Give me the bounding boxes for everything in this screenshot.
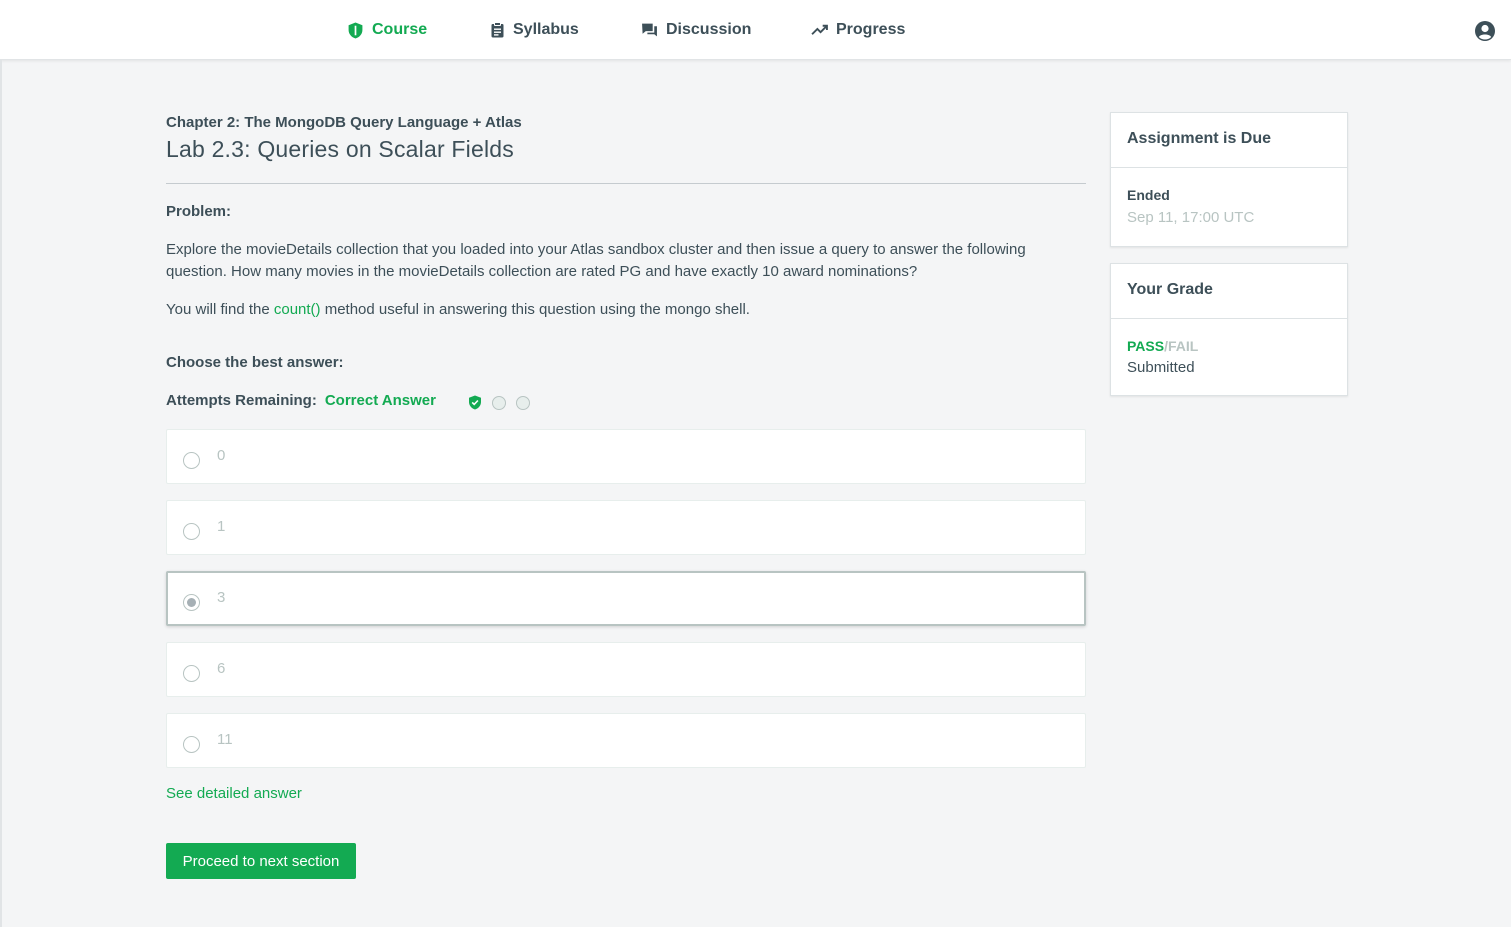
- attempt-dot-empty: [516, 395, 530, 410]
- title-divider: [166, 183, 1086, 184]
- attempt-indicators: [468, 395, 530, 410]
- nav-tab-syllabus[interactable]: Syllabus: [490, 19, 579, 41]
- pass-label: PASS: [1127, 338, 1165, 354]
- hint-text: You will find the count() method useful …: [166, 299, 750, 321]
- page-left-border: [0, 60, 2, 927]
- answer-radio[interactable]: [183, 665, 200, 682]
- assignment-due-title: Assignment is Due: [1111, 113, 1347, 168]
- check-shield-icon: [469, 395, 481, 410]
- answer-option-label: 1: [217, 518, 226, 535]
- shield-icon: [348, 22, 363, 38]
- attempt-dot-empty: [492, 395, 506, 410]
- due-date: Sep 11, 17:00 UTC: [1127, 209, 1255, 226]
- answer-radio[interactable]: [183, 523, 200, 540]
- nav-tab-course[interactable]: Course: [347, 19, 427, 41]
- assignment-due-card: Assignment is Due Ended Sep 11, 17:00 UT…: [1110, 112, 1348, 247]
- answer-radio[interactable]: [183, 452, 200, 469]
- choose-best-answer-label: Choose the best answer:: [166, 354, 344, 371]
- answer-option-6[interactable]: 6: [166, 642, 1086, 697]
- pass-fail-indicator: PASS/FAIL: [1127, 319, 1331, 354]
- answer-option-11[interactable]: 11: [166, 713, 1086, 768]
- proceed-next-section-button[interactable]: Proceed to next section: [166, 843, 356, 879]
- attempts-row: Attempts Remaining: Correct Answer: [166, 392, 436, 409]
- nav-tab-syllabus-label: Syllabus: [513, 21, 579, 38]
- fail-label: FAIL: [1167, 338, 1199, 354]
- nav-tab-course-label: Course: [372, 21, 428, 38]
- answer-option-0[interactable]: 0: [166, 429, 1086, 484]
- hint-before: You will find the: [166, 301, 274, 318]
- grade-status: Submitted: [1127, 359, 1195, 376]
- problem-text: Explore the movieDetails collection that…: [166, 241, 1026, 280]
- chat-icon: [642, 23, 657, 37]
- chapter-title: Chapter 2: The MongoDB Query Language + …: [166, 114, 522, 131]
- count-method-link[interactable]: count(): [274, 301, 321, 318]
- radio-selected-dot: [187, 598, 196, 607]
- user-account-icon[interactable]: [1474, 20, 1496, 42]
- see-detailed-answer-link[interactable]: See detailed answer: [166, 785, 302, 802]
- hint-after: method useful in answering this question…: [320, 301, 750, 318]
- answer-radio-selected[interactable]: [183, 594, 200, 611]
- nav-tab-progress-label: Progress: [836, 21, 906, 38]
- correct-answer-status: Correct Answer: [324, 392, 436, 409]
- nav-tab-discussion-label: Discussion: [666, 21, 752, 38]
- nav-tab-progress[interactable]: Progress: [811, 19, 905, 41]
- due-status: Ended: [1127, 187, 1170, 203]
- your-grade-title: Your Grade: [1111, 264, 1347, 319]
- answer-option-label: 6: [217, 660, 226, 677]
- nav-tab-discussion[interactable]: Discussion: [641, 19, 751, 41]
- answer-option-label: 0: [217, 447, 226, 464]
- problem-label: Problem:: [166, 203, 232, 220]
- answer-option-label: 3: [217, 589, 226, 606]
- answer-option-3-selected[interactable]: 3: [166, 571, 1086, 626]
- top-navigation-bar: Course Syllabus Discussion Progress: [0, 0, 1511, 60]
- clipboard-icon: [491, 22, 504, 38]
- attempts-remaining-label: Attempts Remaining:: [166, 392, 317, 409]
- your-grade-card: Your Grade PASS/FAIL Submitted: [1110, 263, 1348, 396]
- answer-option-1[interactable]: 1: [166, 500, 1086, 555]
- trending-up-icon: [811, 24, 828, 35]
- answer-radio[interactable]: [183, 736, 200, 753]
- answer-option-label: 11: [217, 731, 233, 748]
- page-title: Lab 2.3: Queries on Scalar Fields: [166, 136, 514, 162]
